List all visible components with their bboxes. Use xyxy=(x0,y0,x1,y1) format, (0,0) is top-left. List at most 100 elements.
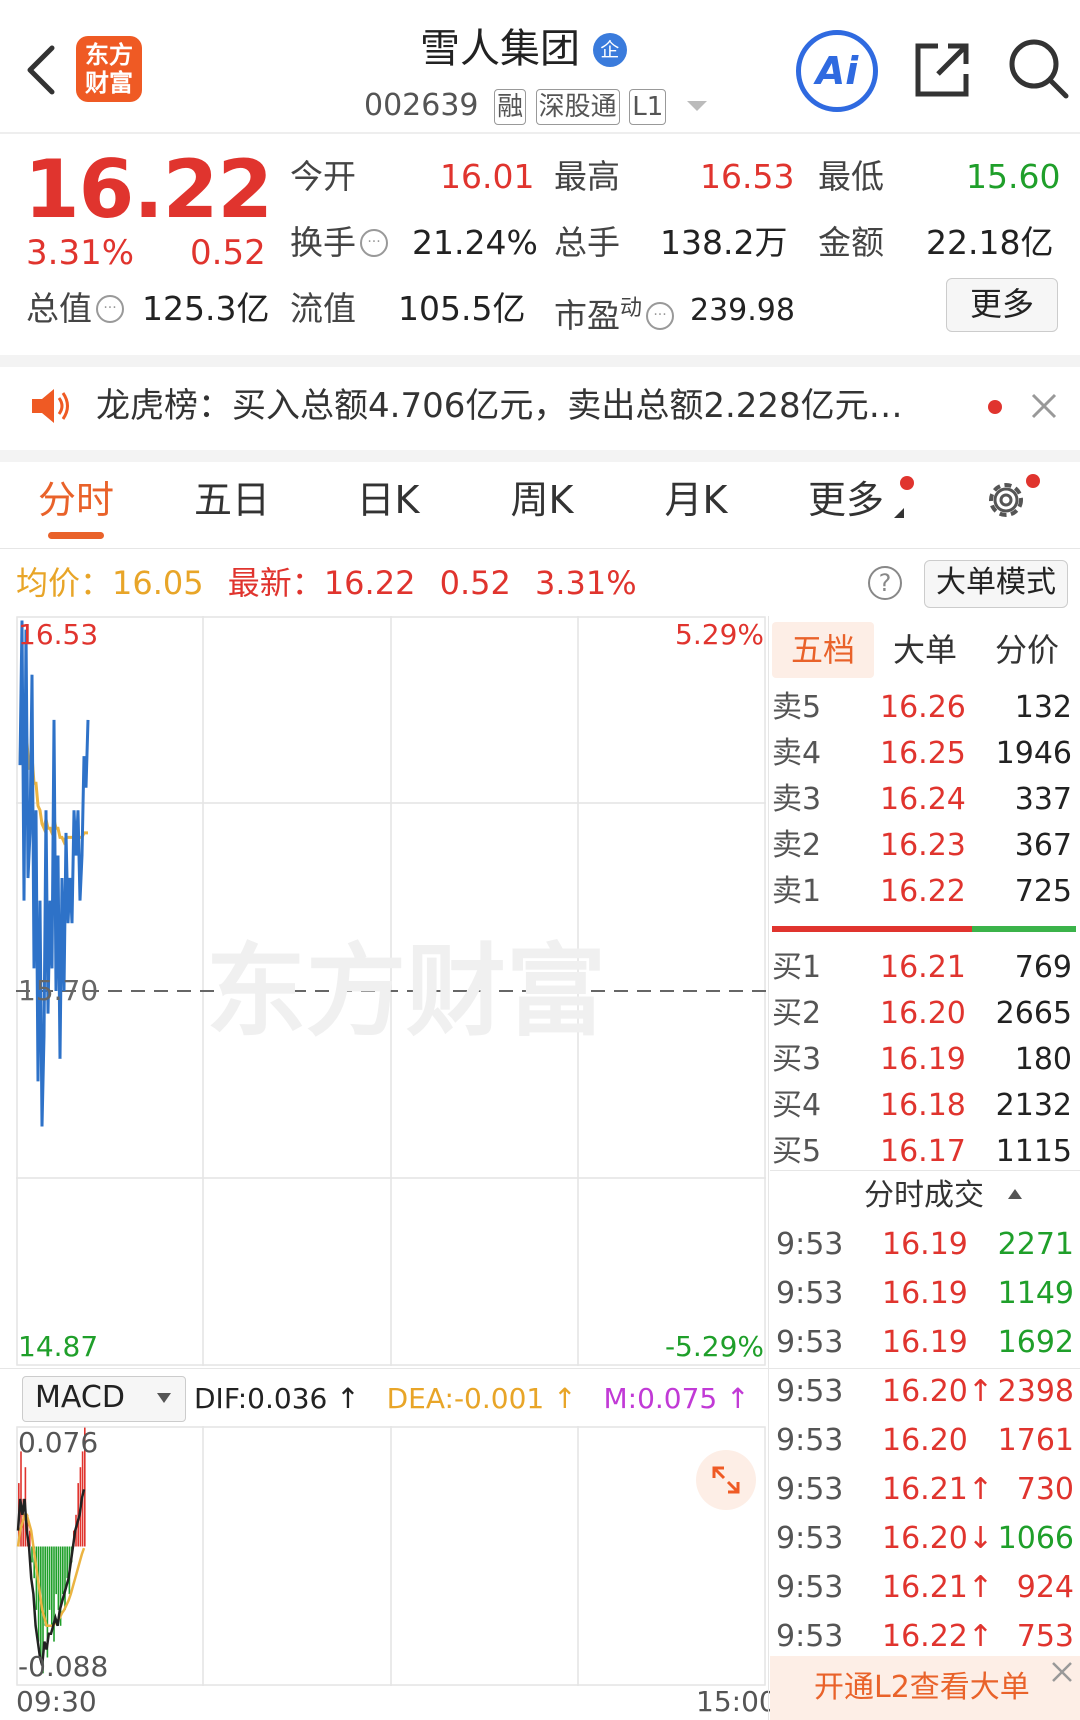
more-quote-button[interactable]: 更多 xyxy=(946,278,1058,332)
orderbook-tab-price[interactable]: 分价 xyxy=(976,622,1078,678)
tab-weekly-k[interactable]: 周K xyxy=(472,470,612,530)
macd-bar xyxy=(44,1546,46,1626)
ask-level: 卖2 xyxy=(772,828,822,863)
bid-volume: 769 xyxy=(1014,950,1072,985)
ask-row[interactable]: 卖5 16.26 132 xyxy=(772,686,1072,730)
enterprise-badge-icon: 企 xyxy=(592,33,627,67)
trade-price: 16.19 xyxy=(882,1325,968,1360)
ask-row[interactable]: 卖3 16.24 337 xyxy=(772,778,1072,822)
bid-row[interactable]: 买1 16.21 769 xyxy=(772,946,1072,990)
watermark: 东方财富 xyxy=(206,936,606,1048)
bid-level: 买4 xyxy=(772,1088,822,1123)
ai-label: Ai xyxy=(815,49,859,93)
bid-row[interactable]: 买4 16.18 2132 xyxy=(772,1084,1072,1128)
tab-five-day[interactable]: 五日 xyxy=(162,470,302,530)
app-logo: 东方 财富 xyxy=(76,36,142,102)
section-gap xyxy=(0,355,1080,367)
change-percent: 3.31% xyxy=(26,233,135,273)
ellipsis-info-icon[interactable]: ··· xyxy=(96,295,124,323)
logo-line2: 财富 xyxy=(85,69,133,97)
trade-price: 16.19 xyxy=(882,1227,968,1262)
bid-volume: 1115 xyxy=(995,1134,1072,1169)
trade-price: 16.19 xyxy=(882,1276,968,1311)
ask-row[interactable]: 卖2 16.23 367 xyxy=(772,824,1072,868)
macd-gridlines xyxy=(16,1426,766,1686)
macd-chart[interactable]: 0.076 -0.088 xyxy=(16,1426,766,1686)
ask-row[interactable]: 卖1 16.22 725 xyxy=(772,870,1072,914)
mktcap-label: 总值 ··· xyxy=(26,284,124,334)
upsell-banner[interactable]: 开通L2查看大单 xyxy=(770,1656,1080,1720)
trade-time: 9:53 xyxy=(776,1570,844,1605)
notice-text[interactable]: 龙虎榜：买入总额4.706亿元，卖出总额2.228亿元… xyxy=(96,380,956,432)
macd-bar xyxy=(64,1546,66,1610)
trade-price: 16.21↑ xyxy=(882,1472,994,1507)
bid-price: 16.21 xyxy=(880,950,966,985)
ai-button[interactable]: Ai xyxy=(796,30,878,112)
trade-price: 16.22↑ xyxy=(882,1619,994,1654)
y-top-label: 16.53 xyxy=(18,618,99,651)
trade-row[interactable]: 9:53 16.21↑ 924 xyxy=(770,1565,1074,1611)
trade-row[interactable]: 9:53 16.22↑ 753 xyxy=(770,1614,1074,1660)
settings-dot xyxy=(1026,474,1040,488)
trade-row[interactable]: 9:53 16.20↓ 1066 xyxy=(770,1516,1074,1562)
ellipsis-info-icon[interactable]: ··· xyxy=(646,302,675,330)
switch-stock-dropdown[interactable] xyxy=(684,96,710,116)
last-price: 16.22 xyxy=(24,143,273,236)
volume-value: 138.2万 xyxy=(660,223,788,262)
tab-daily-k[interactable]: 日K xyxy=(318,470,458,530)
ask-row[interactable]: 卖4 16.25 1946 xyxy=(772,732,1072,776)
bid-level: 买3 xyxy=(772,1042,822,1077)
bid-row[interactable]: 买3 16.19 180 xyxy=(772,1038,1072,1082)
share-button[interactable] xyxy=(910,38,974,102)
search-button[interactable] xyxy=(1006,36,1072,102)
expand-chart-button[interactable] xyxy=(696,1450,756,1510)
chart-info-bar: 均价：16.05 最新：16.22 0.52 3.31% xyxy=(16,558,637,608)
bid-price: 16.17 xyxy=(880,1134,966,1169)
ask-level: 卖3 xyxy=(772,782,822,817)
macd-bar xyxy=(51,1546,53,1626)
trade-row[interactable]: 9:53 16.19 2271 xyxy=(770,1222,1074,1268)
intraday-chart[interactable]: 东方财富 16.53 15.70 14.87 5.29% -5.29% xyxy=(16,616,766,1366)
right-panel-divider xyxy=(768,616,769,1720)
macd-bar xyxy=(62,1546,64,1595)
macd-selector[interactable]: MACD xyxy=(22,1376,186,1422)
trade-price: 16.21↑ xyxy=(882,1570,994,1605)
ellipsis-info-icon[interactable]: ··· xyxy=(360,229,388,257)
float-cap-value: 105.5亿 xyxy=(398,289,526,328)
trade-price: 16.20↓ xyxy=(882,1521,994,1556)
trade-row[interactable]: 9:53 16.20↑ 2398 xyxy=(770,1369,1074,1415)
ask-price: 16.26 xyxy=(880,690,966,725)
trade-time: 9:53 xyxy=(776,1374,844,1409)
trade-volume: 730 xyxy=(1016,1472,1074,1507)
chevron-left-icon xyxy=(27,45,55,95)
big-order-mode-button[interactable]: 大单模式 xyxy=(924,560,1068,608)
close-icon[interactable] xyxy=(1050,1660,1074,1684)
bid-row[interactable]: 买2 16.20 2665 xyxy=(772,992,1072,1036)
tab-more[interactable]: 更多 xyxy=(776,470,916,530)
turnover-value: 21.24% xyxy=(412,223,538,262)
orderbook-tab-big[interactable]: 大单 xyxy=(874,622,976,678)
trade-row[interactable]: 9:53 16.19 1692 xyxy=(770,1320,1074,1366)
tab-more-dot xyxy=(900,476,914,490)
chart-settings-button[interactable] xyxy=(982,476,1030,524)
m-label: M:0.075 ↑ xyxy=(603,1382,750,1415)
bid-level: 买5 xyxy=(772,1134,822,1169)
help-button[interactable]: ? xyxy=(868,566,902,600)
bid-ask-bar xyxy=(772,926,1076,932)
bid-row[interactable]: 买5 16.17 1115 xyxy=(772,1130,1072,1174)
tab-intraday[interactable]: 分时 xyxy=(6,470,146,530)
notice-close-button[interactable] xyxy=(1028,390,1060,422)
bid-volume: 180 xyxy=(1014,1042,1072,1077)
orderbook-tab-five[interactable]: 五档 xyxy=(772,622,874,678)
macd-bar xyxy=(55,1546,57,1595)
trade-row[interactable]: 9:53 16.21↑ 730 xyxy=(770,1467,1074,1513)
tab-monthly-k[interactable]: 月K xyxy=(626,470,766,530)
trade-row[interactable]: 9:53 16.19 1149 xyxy=(770,1271,1074,1317)
trade-row[interactable]: 9:53 16.20 1761 xyxy=(770,1418,1074,1464)
macd-chart-svg xyxy=(16,1426,766,1686)
trades-header[interactable]: 分时成交 xyxy=(864,1174,1022,1218)
open-label: 今开 xyxy=(290,157,356,196)
tag-level: L1 xyxy=(629,89,667,125)
back-button[interactable] xyxy=(22,40,62,100)
latest-label: 最新： xyxy=(227,564,324,602)
